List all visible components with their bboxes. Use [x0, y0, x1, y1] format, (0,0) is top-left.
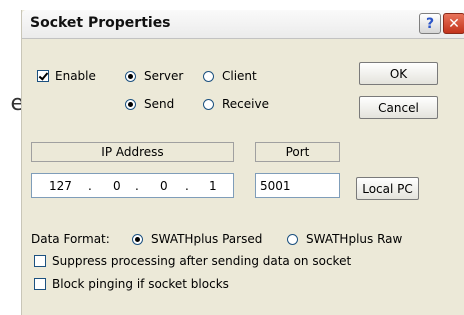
- socket-properties-dialog: Socket Properties ? ✕ Enable Server Clie…: [21, 10, 464, 315]
- swathplus-raw-label: SWATHplus Raw: [306, 232, 403, 246]
- data-format-label: Data Format:: [31, 232, 110, 246]
- server-label: Server: [144, 69, 184, 83]
- close-button[interactable]: ✕: [443, 13, 464, 34]
- data-format-row: Data Format:: [31, 232, 122, 246]
- ip-octet-2: 0: [113, 178, 121, 193]
- block-pinging-checkbox[interactable]: Block pinging if socket blocks: [34, 277, 229, 291]
- suppress-processing-checkbox[interactable]: Suppress processing after sending data o…: [34, 254, 351, 268]
- port-header: Port: [255, 142, 340, 162]
- swathplus-parsed-radio-dot[interactable]: [132, 233, 143, 245]
- swathplus-raw-radio-dot[interactable]: [287, 233, 298, 245]
- cancel-button[interactable]: Cancel: [359, 96, 438, 119]
- help-button[interactable]: ?: [419, 13, 441, 34]
- swathplus-raw-radio[interactable]: SWATHplus Raw: [287, 232, 402, 246]
- ip-octet-4: 1: [209, 178, 217, 193]
- send-radio-dot[interactable]: [125, 98, 136, 110]
- send-radio[interactable]: Send: [125, 97, 174, 111]
- swathplus-parsed-label: SWATHplus Parsed: [151, 232, 263, 246]
- port-field[interactable]: 5001: [255, 173, 340, 198]
- dialog-title: Socket Properties: [30, 15, 171, 31]
- enable-checkbox[interactable]: Enable: [37, 69, 96, 83]
- server-radio-dot[interactable]: [125, 70, 136, 82]
- client-radio[interactable]: Client: [203, 69, 257, 83]
- ip-octet-1: 127: [49, 178, 72, 193]
- ip-separator-2: .: [135, 178, 139, 193]
- suppress-processing-box[interactable]: [34, 255, 46, 267]
- enable-checkbox-box[interactable]: [37, 70, 49, 82]
- local-pc-button[interactable]: Local PC: [356, 177, 419, 200]
- ip-separator-3: .: [185, 178, 189, 193]
- title-bar: Socket Properties ? ✕: [22, 10, 464, 39]
- client-label: Client: [222, 69, 257, 83]
- send-label: Send: [144, 97, 175, 111]
- client-radio-dot[interactable]: [203, 70, 214, 82]
- block-pinging-label: Block pinging if socket blocks: [52, 277, 229, 291]
- ok-button[interactable]: OK: [359, 62, 438, 85]
- enable-label: Enable: [55, 69, 96, 83]
- close-icon: ✕: [448, 15, 460, 32]
- block-pinging-box[interactable]: [34, 278, 46, 290]
- server-radio[interactable]: Server: [125, 69, 183, 83]
- help-icon: ?: [425, 15, 435, 32]
- ip-octet-3: 0: [160, 178, 168, 193]
- ip-address-header: IP Address: [31, 142, 234, 162]
- receive-label: Receive: [222, 97, 269, 111]
- suppress-processing-label: Suppress processing after sending data o…: [52, 254, 352, 268]
- receive-radio[interactable]: Receive: [203, 97, 269, 111]
- receive-radio-dot[interactable]: [203, 98, 214, 110]
- swathplus-parsed-radio[interactable]: SWATHplus Parsed: [132, 232, 262, 246]
- ip-address-field[interactable]: 127 . 0 . 0 . 1: [31, 173, 234, 198]
- ip-separator-1: .: [88, 178, 92, 193]
